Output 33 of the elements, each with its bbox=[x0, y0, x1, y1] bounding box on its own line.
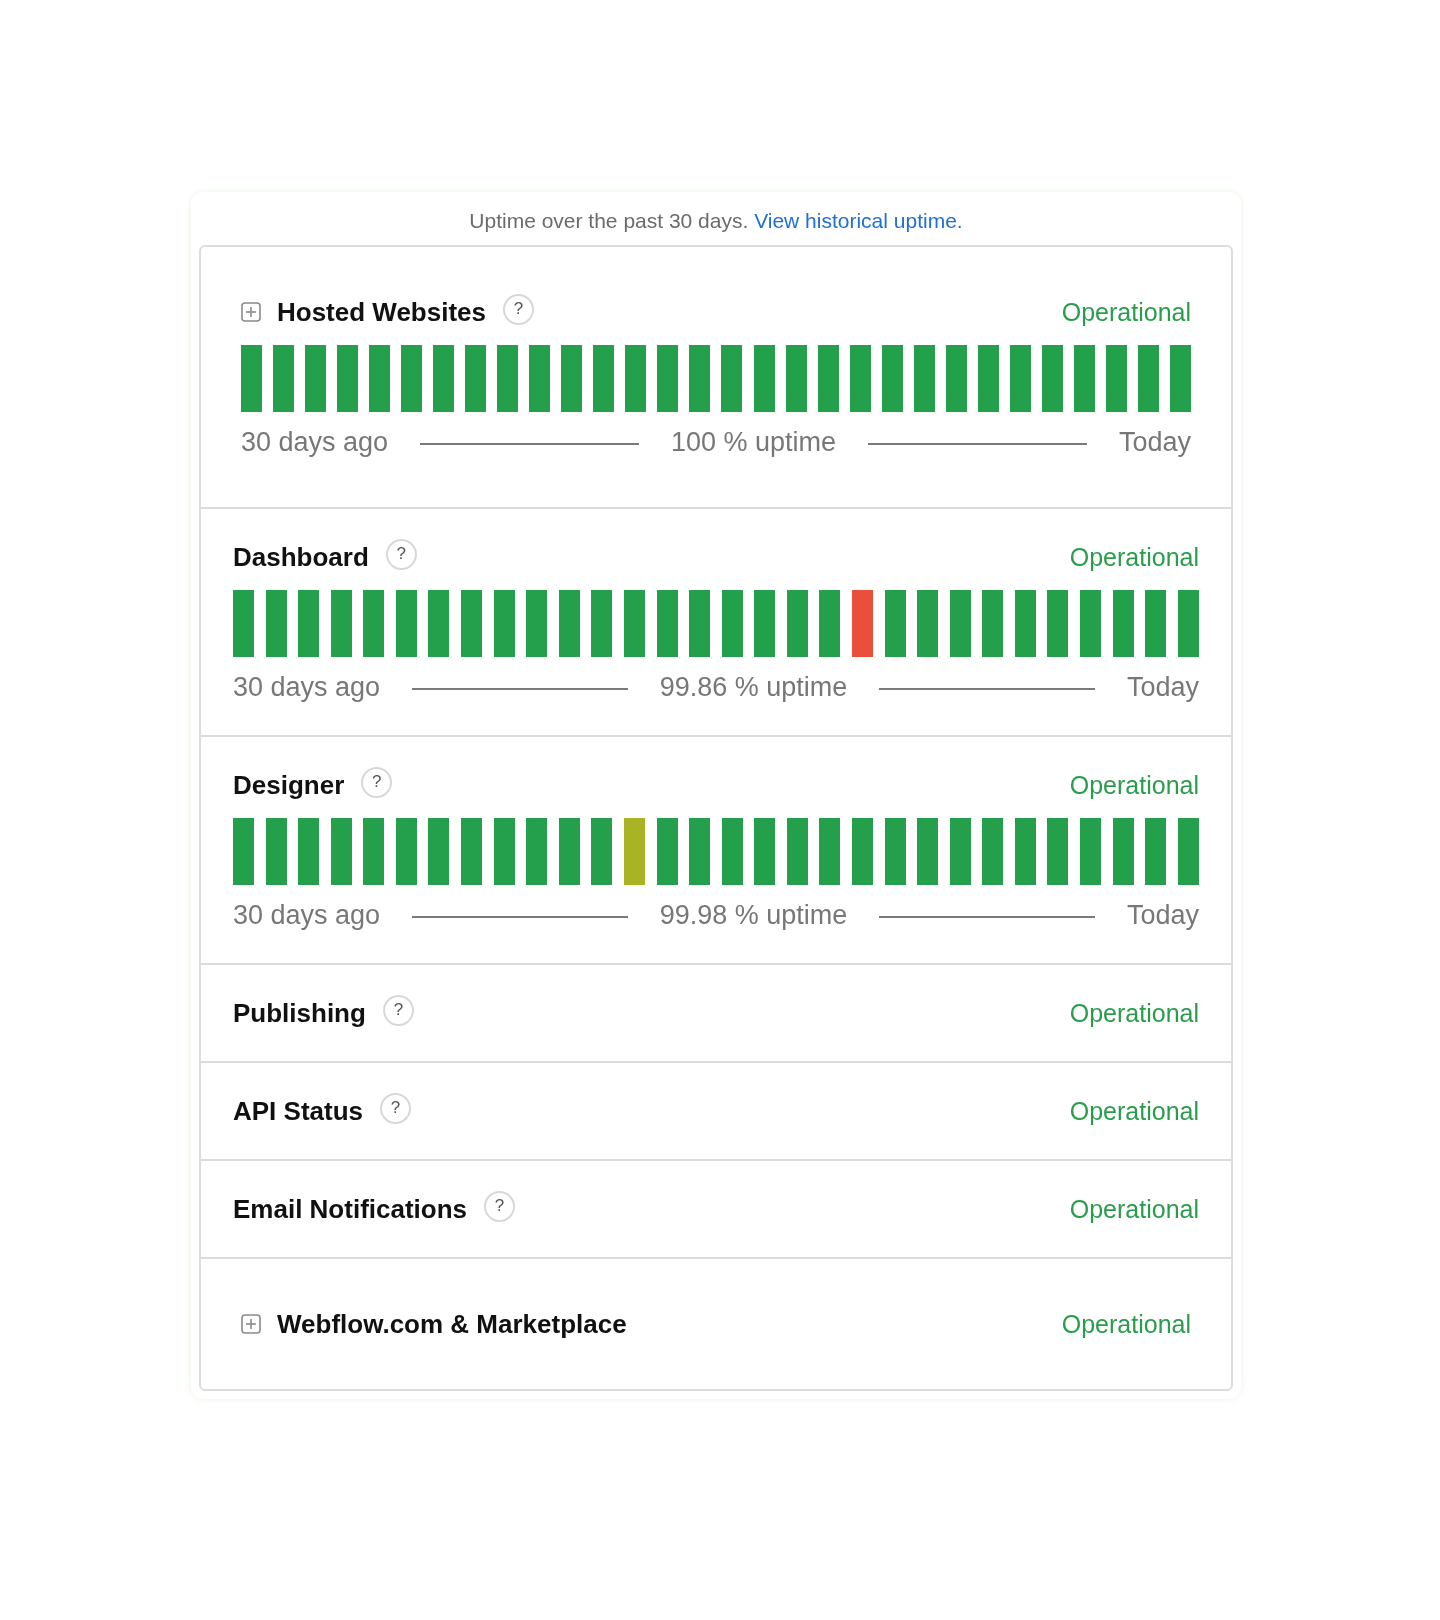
historical-uptime-link[interactable]: View historical uptime. bbox=[754, 209, 963, 232]
component-name: Webflow.com & Marketplace bbox=[277, 1308, 627, 1341]
end-label: Today bbox=[1118, 426, 1191, 459]
help-icon[interactable]: ? bbox=[484, 1190, 516, 1222]
end-label: Today bbox=[1126, 899, 1199, 932]
start-label: 30 days ago bbox=[241, 426, 389, 459]
component-name: Designer bbox=[233, 769, 345, 802]
start-label: 30 days ago bbox=[233, 671, 381, 704]
help-icon[interactable]: ? bbox=[380, 1092, 412, 1124]
help-icon[interactable]: ? bbox=[361, 766, 393, 798]
status-text: Operational bbox=[1069, 770, 1199, 801]
status-text: Operational bbox=[1061, 1309, 1191, 1340]
status-text: Operational bbox=[1069, 1096, 1199, 1127]
component-name: Dashboard bbox=[233, 541, 369, 574]
status-text: Operational bbox=[1069, 1194, 1199, 1225]
expand-icon[interactable] bbox=[241, 302, 261, 322]
expand-icon[interactable] bbox=[241, 1314, 261, 1334]
help-icon[interactable]: ? bbox=[385, 538, 417, 570]
status-text: Operational bbox=[1069, 542, 1199, 573]
uptime-note: Uptime over the past 30 days. View historical uptime. bbox=[468, 208, 964, 234]
component-name: API Status bbox=[233, 1095, 364, 1128]
uptime-percent: 100 % uptime bbox=[671, 426, 837, 459]
component-name: Email Notifications bbox=[233, 1193, 468, 1226]
start-label: 30 days ago bbox=[233, 899, 381, 932]
status-text: Operational bbox=[1061, 297, 1191, 328]
component-name: Publishing bbox=[233, 997, 366, 1030]
help-icon[interactable]: ? bbox=[503, 293, 534, 325]
status-text: Operational bbox=[1069, 998, 1199, 1029]
uptime-percent: 99.86 % uptime bbox=[659, 671, 848, 704]
uptime-percent: 99.98 % uptime bbox=[659, 899, 848, 932]
end-label: Today bbox=[1126, 671, 1199, 704]
help-icon[interactable]: ? bbox=[382, 994, 414, 1026]
component-name: Hosted Websites bbox=[277, 296, 486, 329]
